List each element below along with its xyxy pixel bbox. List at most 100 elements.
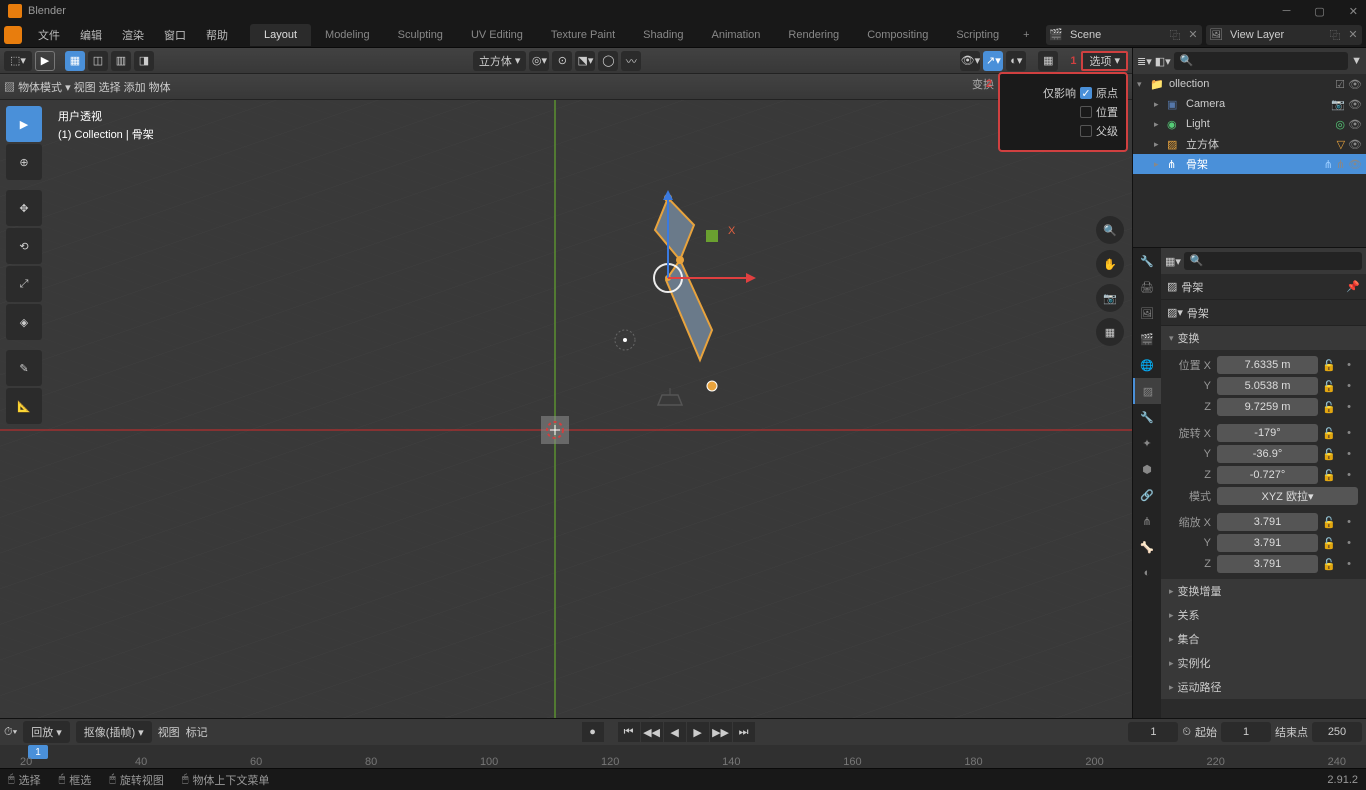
- maximize-button[interactable]: ▢: [1314, 5, 1324, 18]
- options-dropdown[interactable]: 选项 ▾: [1081, 51, 1128, 71]
- properties-search-input[interactable]: [1184, 252, 1362, 270]
- outliner-search-input[interactable]: [1174, 52, 1348, 70]
- collection-checkbox[interactable]: ☑: [1335, 78, 1345, 91]
- proportional-falloff-icon[interactable]: 〰: [621, 51, 641, 71]
- tab-material[interactable]: ◐: [1133, 560, 1161, 586]
- outliner-display-icon[interactable]: ◧▾: [1155, 55, 1171, 68]
- tab-world[interactable]: 🌐: [1133, 352, 1161, 378]
- location-checkbox[interactable]: [1080, 106, 1092, 118]
- instancing-section-header[interactable]: ▸实例化: [1161, 651, 1366, 675]
- rot-x-input[interactable]: -179°: [1217, 424, 1318, 442]
- tab-object[interactable]: ▨: [1133, 378, 1161, 404]
- timeline-view-menu[interactable]: 视图: [158, 724, 180, 740]
- tab-uvediting[interactable]: UV Editing: [457, 24, 537, 46]
- select-box-tool[interactable]: ▶: [6, 106, 42, 142]
- viewport-canvas[interactable]: X ▶ ⊕ ✥ ⟲ ⤢ ◈ ✎ 📐 用户透视 (1) Collection | …: [0, 100, 1132, 718]
- tab-data[interactable]: ⋔: [1133, 508, 1161, 534]
- eye-icon[interactable]: 👁: [1348, 78, 1362, 91]
- menu-render[interactable]: 渲染: [112, 23, 154, 47]
- viewlayer-selector[interactable]: 🖼 ⿻ ✕: [1206, 25, 1362, 45]
- pos-z-input[interactable]: 9.7259 m: [1217, 398, 1318, 416]
- cursor-tool[interactable]: ⊕: [6, 144, 42, 180]
- mode-dropdown[interactable]: ▨ 物体模式 ▾: [4, 79, 71, 95]
- active-object-dropdown[interactable]: 立方体 ▾: [473, 51, 527, 71]
- eye-icon[interactable]: 👁: [1348, 158, 1362, 171]
- timeline-marker-menu[interactable]: 标记: [186, 724, 208, 740]
- lock-icon[interactable]: 🔓: [1320, 398, 1338, 416]
- relations-section-header[interactable]: ▸关系: [1161, 603, 1366, 627]
- minimize-button[interactable]: ─: [1283, 5, 1291, 18]
- lock-icon[interactable]: 🔓: [1320, 513, 1338, 531]
- outliner-row-camera[interactable]: ▸▣ Camera 📷👁: [1133, 94, 1366, 114]
- menu-file[interactable]: 文件: [28, 23, 70, 47]
- current-frame-input[interactable]: 1: [1128, 722, 1178, 742]
- xray-icon[interactable]: ▦: [1038, 51, 1058, 71]
- proportional-icon[interactable]: ◯: [598, 51, 618, 71]
- lock-icon[interactable]: 🔓: [1320, 445, 1338, 463]
- pos-y-input[interactable]: 5.0538 m: [1217, 377, 1318, 395]
- tab-particles[interactable]: ✦: [1133, 430, 1161, 456]
- lock-icon[interactable]: 🔓: [1320, 356, 1338, 374]
- menu-window[interactable]: 窗口: [154, 23, 196, 47]
- tab-texturepaint[interactable]: Texture Paint: [537, 24, 629, 46]
- zoom-button[interactable]: 🔍: [1096, 216, 1124, 244]
- outliner-filter-icon[interactable]: ▼: [1351, 55, 1362, 67]
- tab-rendering[interactable]: Rendering: [774, 24, 853, 46]
- gizmo-toggle-icon[interactable]: ↗▾: [983, 51, 1003, 71]
- rot-z-input[interactable]: -0.727°: [1217, 466, 1318, 484]
- delta-section-header[interactable]: ▸变换增量: [1161, 579, 1366, 603]
- parent-checkbox[interactable]: [1080, 125, 1092, 137]
- menu-add[interactable]: 添加: [124, 79, 146, 95]
- tab-animation[interactable]: Animation: [698, 24, 775, 46]
- play-reverse-button[interactable]: ◀: [664, 722, 686, 742]
- tab-scene[interactable]: 🎬: [1133, 326, 1161, 352]
- play-button[interactable]: ▶: [687, 722, 709, 742]
- jump-start-button[interactable]: ⏮: [618, 722, 640, 742]
- lock-icon[interactable]: 🔓: [1320, 424, 1338, 442]
- scale-x-input[interactable]: 3.791: [1217, 513, 1318, 531]
- menu-select[interactable]: 选择: [99, 79, 121, 95]
- timeline-type-icon[interactable]: ⏱▾: [4, 726, 17, 739]
- start-frame-input[interactable]: 1: [1221, 722, 1271, 742]
- pivot-icon[interactable]: ◎▾: [529, 51, 549, 71]
- editor-type-dropdown[interactable]: ⬚▾: [4, 51, 32, 71]
- outliner-row-armature[interactable]: ▸⋔ 骨架 ⋔ ⋔👁: [1133, 154, 1366, 174]
- scale-y-input[interactable]: 3.791: [1217, 534, 1318, 552]
- menu-edit[interactable]: 编辑: [70, 23, 112, 47]
- autokey-button[interactable]: ●: [582, 722, 604, 742]
- tab-scripting[interactable]: Scripting: [942, 24, 1013, 46]
- tab-compositing[interactable]: Compositing: [853, 24, 942, 46]
- transform-section-header[interactable]: ▾变换: [1161, 326, 1366, 350]
- jump-end-button[interactable]: ⏭: [733, 722, 755, 742]
- snap-icon[interactable]: ⊙: [552, 51, 572, 71]
- camera-view-button[interactable]: 📷: [1096, 284, 1124, 312]
- tab-viewlayer[interactable]: 🖼: [1133, 300, 1161, 326]
- close-button[interactable]: ✕: [1349, 5, 1358, 18]
- tab-bone[interactable]: 🦴: [1133, 534, 1161, 560]
- rot-y-input[interactable]: -36.9°: [1217, 445, 1318, 463]
- menu-object[interactable]: 物体: [149, 79, 171, 95]
- visibility-icon[interactable]: 👁▾: [960, 51, 980, 71]
- motion-section-header[interactable]: ▸运动路径: [1161, 675, 1366, 699]
- perspective-button[interactable]: ▦: [1096, 318, 1124, 346]
- lock-icon[interactable]: 🔓: [1320, 555, 1338, 573]
- lock-icon[interactable]: 🔓: [1320, 534, 1338, 552]
- tab-sculpting[interactable]: Sculpting: [384, 24, 457, 46]
- pos-x-input[interactable]: 7.6335 m: [1217, 356, 1318, 374]
- blender-icon[interactable]: [4, 26, 22, 44]
- select-invert-icon[interactable]: ◨: [134, 51, 154, 71]
- next-key-button[interactable]: ▶▶: [710, 722, 732, 742]
- new-viewlayer-button[interactable]: ⿻: [1326, 25, 1344, 45]
- add-workspace-button[interactable]: +: [1013, 24, 1039, 46]
- viewlayer-name-input[interactable]: [1226, 29, 1326, 41]
- transform-tool[interactable]: ◈: [6, 304, 42, 340]
- delete-scene-button[interactable]: ✕: [1184, 25, 1202, 45]
- new-scene-button[interactable]: ⿻: [1166, 25, 1184, 45]
- scale-tool[interactable]: ⤢: [6, 266, 42, 302]
- preview-range-icon[interactable]: ⏲: [1182, 726, 1191, 739]
- outliner-list[interactable]: ▾📁 ollection ☑👁 ▸▣ Camera 📷👁 ▸◉ Light ◎👁…: [1133, 74, 1366, 247]
- pan-button[interactable]: ✋: [1096, 250, 1124, 278]
- origin-checkbox[interactable]: ✓: [1080, 87, 1092, 99]
- tab-render[interactable]: 🔧: [1133, 248, 1161, 274]
- select-lasso-icon[interactable]: ◫: [88, 51, 108, 71]
